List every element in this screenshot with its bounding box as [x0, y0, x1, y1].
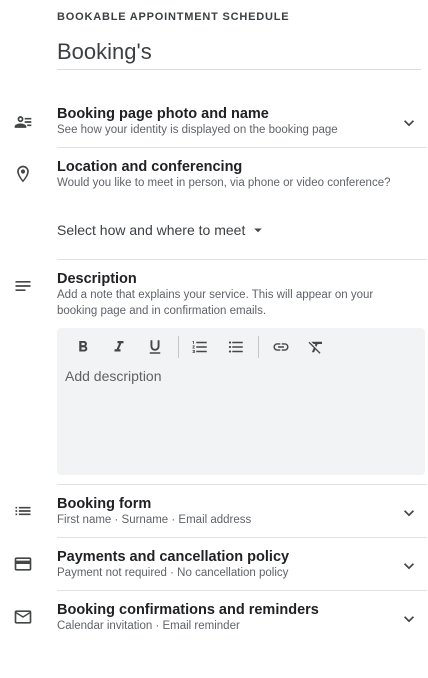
divider: [57, 484, 427, 485]
chevron-down-icon[interactable]: [399, 113, 419, 133]
booking-form-section-subtitle: First name · Surname · Email address: [57, 514, 252, 526]
italic-button[interactable]: [108, 336, 130, 358]
photo-section-subtitle: See how your identity is displayed on th…: [57, 124, 338, 136]
bulleted-list-icon: [228, 341, 243, 353]
italic-icon: [114, 341, 124, 352]
divider: [57, 590, 427, 591]
chevron-down-icon[interactable]: [399, 503, 419, 523]
toolbar-divider: [258, 336, 259, 358]
confirmations-section-title[interactable]: Booking confirmations and reminders: [57, 602, 319, 618]
underline-button[interactable]: [144, 336, 166, 358]
notes-icon: [13, 276, 33, 296]
location-pin-icon: [13, 164, 33, 184]
location-section-title[interactable]: Location and conferencing: [57, 159, 242, 175]
insert-link-button[interactable]: [270, 336, 292, 358]
page-overline: BOOKABLE APPOINTMENT SCHEDULE: [57, 11, 290, 23]
divider: [57, 147, 427, 148]
chevron-down-icon[interactable]: [399, 609, 419, 629]
schedule-title[interactable]: Booking's: [57, 38, 421, 66]
clear-formatting-icon: [308, 341, 322, 354]
location-section-subtitle: Would you like to meet in person, via ph…: [57, 177, 391, 189]
meeting-location-select[interactable]: Select how and where to meet: [57, 221, 267, 239]
payments-section-subtitle: Payment not required · No cancellation p…: [57, 567, 289, 579]
schedule-title-field[interactable]: Booking's: [57, 38, 421, 70]
contact-list-icon: [13, 112, 33, 132]
description-placeholder[interactable]: Add description: [65, 368, 162, 384]
bold-button[interactable]: [72, 336, 94, 358]
description-section-subtitle-line1: Add a note that explains your service. T…: [57, 289, 374, 301]
dropdown-arrow-icon: [249, 221, 267, 239]
photo-section-title[interactable]: Booking page photo and name: [57, 106, 269, 122]
meeting-location-select-label: Select how and where to meet: [57, 222, 246, 238]
toolbar-divider: [178, 336, 179, 358]
numbered-list-icon: [192, 341, 207, 353]
mail-icon: [13, 607, 33, 627]
link-icon: [273, 343, 289, 351]
payments-section-title[interactable]: Payments and cancellation policy: [57, 549, 289, 565]
clear-formatting-button[interactable]: [305, 336, 327, 358]
description-section-title: Description: [57, 271, 137, 287]
list-icon: [13, 501, 33, 521]
divider: [57, 259, 427, 260]
confirmations-section-subtitle: Calendar invitation · Email reminder: [57, 620, 240, 632]
numbered-list-button[interactable]: [189, 336, 211, 358]
chevron-down-icon[interactable]: [399, 556, 419, 576]
bulleted-list-button[interactable]: [225, 336, 247, 358]
description-section-subtitle-line2: booking page and in confirmation emails.: [57, 305, 267, 317]
divider: [57, 537, 427, 538]
description-editor[interactable]: Add description: [57, 328, 425, 475]
bold-icon: [79, 341, 88, 352]
booking-form-section-title[interactable]: Booking form: [57, 496, 151, 512]
underline-icon: [149, 340, 161, 354]
credit-card-icon: [13, 554, 33, 574]
